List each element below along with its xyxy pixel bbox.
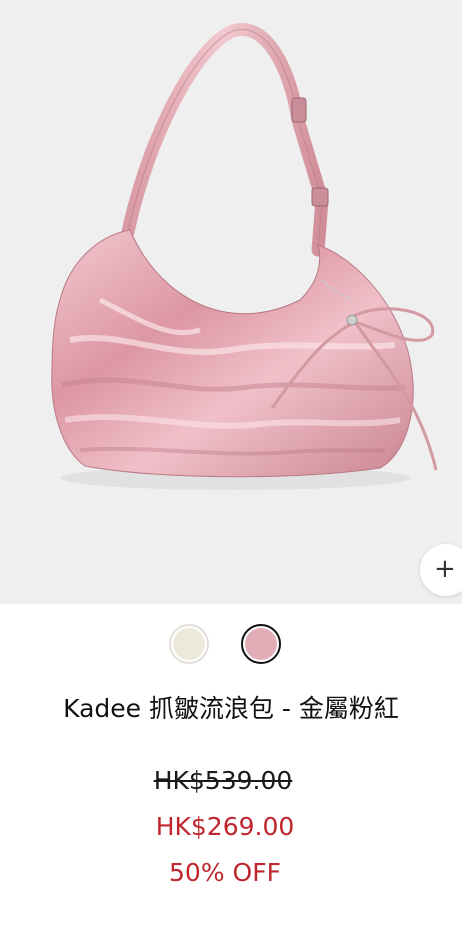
sale-price: HK$269.00 bbox=[155, 812, 295, 841]
product-image-area[interactable]: + bbox=[0, 0, 462, 604]
swatch-metallic-pink[interactable] bbox=[241, 624, 281, 664]
product-title[interactable]: Kadee 抓皺流浪包 - 金屬粉紅 bbox=[0, 690, 462, 728]
swatch-cream[interactable] bbox=[169, 624, 209, 664]
color-swatches bbox=[0, 624, 462, 664]
swatch-cream-fill bbox=[173, 628, 205, 660]
product-card[interactable]: + Kadee 抓皺流浪包 - 金屬粉紅 HK$539.00 HK$269.00… bbox=[0, 0, 462, 940]
swatch-metallic-pink-fill bbox=[245, 628, 277, 660]
plus-icon: + bbox=[434, 554, 456, 584]
original-price: HK$539.00 bbox=[153, 766, 293, 795]
discount-badge: 50% OFF bbox=[169, 858, 281, 887]
product-image bbox=[51, 23, 438, 490]
